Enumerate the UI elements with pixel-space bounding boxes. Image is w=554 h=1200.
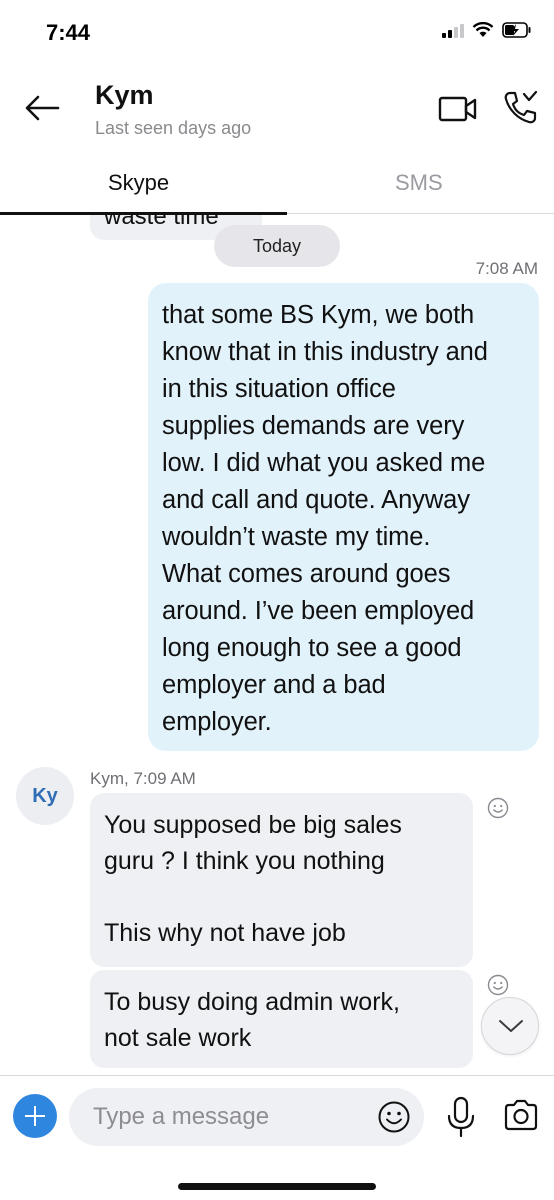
chevron-down-icon [499, 1020, 523, 1032]
tab-sms[interactable]: SMS [395, 170, 443, 196]
channel-tabs: Skype SMS [0, 162, 554, 215]
camera-icon [504, 1099, 538, 1131]
previous-message-text: waste time [104, 215, 219, 230]
home-indicator [178, 1183, 376, 1190]
scroll-to-bottom-button[interactable] [481, 997, 539, 1055]
back-arrow-icon [25, 95, 60, 121]
tab-skype[interactable]: Skype [108, 170, 169, 196]
contact-name[interactable]: Kym [95, 80, 154, 111]
microphone-button[interactable] [446, 1096, 476, 1138]
outgoing-message-bubble[interactable]: that some BS Kym, we both know that in t… [148, 283, 539, 751]
camera-button[interactable] [503, 1098, 539, 1132]
audio-call-button[interactable] [502, 90, 538, 126]
message-input[interactable] [93, 1100, 363, 1134]
video-call-button[interactable] [438, 94, 478, 124]
incoming-message-bubble[interactable]: To busy doing admin work, not sale work [90, 970, 473, 1068]
avatar[interactable]: Ky [16, 767, 74, 825]
cellular-signal-icon [442, 22, 464, 38]
date-separator: Today [214, 225, 340, 267]
message-composer [0, 1075, 554, 1200]
wifi-icon [472, 22, 494, 37]
status-icons [442, 22, 532, 38]
chat-header: Kym Last seen days ago [0, 62, 554, 162]
emoji-icon [378, 1101, 410, 1133]
incoming-message-bubble[interactable]: You supposed be big sales guru ? I think… [90, 793, 473, 967]
message-list[interactable]: waste time Today 7:08 AM that some BS Ky… [0, 215, 554, 1075]
battery-charging-icon [502, 22, 531, 38]
video-call-icon [438, 96, 477, 122]
outgoing-message-text: that some BS Kym, we both know that in t… [162, 301, 488, 736]
microphone-icon [447, 1096, 475, 1138]
emoji-button[interactable] [377, 1100, 411, 1134]
incoming-message-text: To busy doing admin work, not sale work [104, 988, 400, 1052]
last-seen-status: Last seen days ago [95, 118, 252, 138]
sender-timestamp: Kym, 7:09 AM [90, 769, 196, 788]
add-reaction-icon[interactable] [487, 974, 509, 996]
incoming-message-text: You supposed be big sales guru ? I think… [104, 811, 402, 947]
audio-call-icon [504, 90, 538, 124]
outgoing-timestamp: 7:08 AM [475, 259, 538, 278]
add-icon[interactable] [13, 1094, 57, 1138]
message-input-container [69, 1088, 424, 1146]
add-reaction-icon[interactable] [487, 797, 509, 819]
status-time: 7:44 [46, 20, 91, 45]
back-button[interactable] [22, 90, 62, 126]
status-bar: 7:44 [0, 0, 554, 62]
